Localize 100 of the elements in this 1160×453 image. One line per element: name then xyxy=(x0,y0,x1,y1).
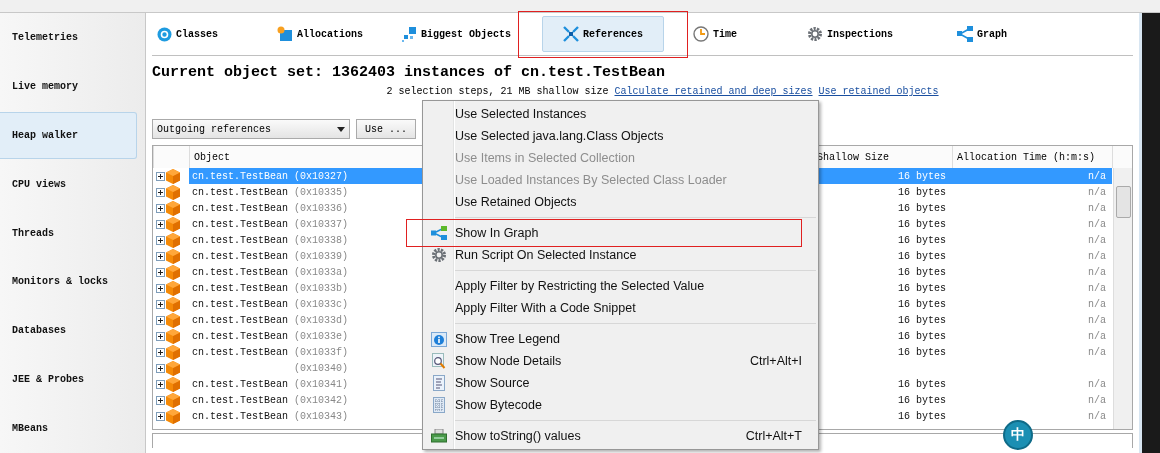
view-tab[interactable]: Classes xyxy=(152,16,223,52)
expand-icon[interactable] xyxy=(156,219,165,229)
sidebar-item[interactable]: Monitors & locks xyxy=(0,258,137,306)
time-cell-text: n/a xyxy=(1087,377,1107,392)
menu-item[interactable]: Run Script On Selected Instance xyxy=(423,244,818,266)
object-set-title: Current object set: 1362403 instances of cn.test.TestBean xyxy=(152,64,667,81)
cube-icon xyxy=(166,376,180,392)
view-dropdown[interactable]: Outgoing references xyxy=(152,119,350,139)
time-cell-text: n/a xyxy=(1087,393,1107,408)
expand-icon[interactable] xyxy=(156,363,165,373)
size-cell-text: 16 bytes xyxy=(897,281,947,296)
time-cell-text: n/a xyxy=(1087,185,1107,200)
menu-item[interactable]: Use Retained Objects xyxy=(423,191,818,213)
graph-icon xyxy=(431,226,447,240)
size-cell-text: 16 bytes xyxy=(897,185,947,200)
cube-icon xyxy=(166,264,180,280)
menu-item[interactable]: Show Bytecode xyxy=(423,394,818,416)
class-name: cn.test.TestBean xyxy=(192,314,288,326)
size-cell-text: 16 bytes xyxy=(897,393,947,408)
menu-item[interactable]: Show toString() values Ctrl+Alt+T xyxy=(423,425,818,447)
object-id: (0x1033d) xyxy=(294,314,349,326)
class-name: cn.test.TestBean xyxy=(192,202,288,214)
cube-icon xyxy=(166,248,180,264)
view-tab[interactable]: Allocations xyxy=(272,16,368,52)
time-cell-text: n/a xyxy=(1087,409,1107,424)
cube-icon xyxy=(166,216,180,232)
action-link[interactable]: Use retained objects xyxy=(818,86,939,97)
view-tab[interactable]: Biggest Objects xyxy=(396,16,516,52)
expand-icon[interactable] xyxy=(156,187,165,197)
gear-icon xyxy=(807,26,823,42)
sidebar-item[interactable]: Live memory xyxy=(0,62,137,110)
expand-icon[interactable] xyxy=(156,267,165,277)
object-id: (0x1033f) xyxy=(294,346,349,358)
object-id: (0x1033e) xyxy=(294,330,349,342)
view-tab[interactable]: Graph xyxy=(952,16,1012,52)
class-name: cn.test.TestBean xyxy=(192,170,288,182)
sidebar-item[interactable]: MBeans xyxy=(0,405,137,452)
class-name: cn.test.TestBean xyxy=(192,378,288,390)
expand-icon[interactable] xyxy=(156,347,165,357)
size-cell-text: 16 bytes xyxy=(897,313,947,328)
clock-icon xyxy=(693,26,709,42)
header-filler xyxy=(1112,146,1132,168)
expand-icon[interactable] xyxy=(156,331,165,341)
cube-icon xyxy=(166,312,180,328)
cube-icon xyxy=(166,296,180,312)
class-name: cn.test.TestBean xyxy=(192,234,288,246)
ime-badge[interactable]: 中 xyxy=(1003,420,1033,450)
expand-icon[interactable] xyxy=(156,251,165,261)
expand-icon[interactable] xyxy=(156,379,165,389)
menu-item[interactable]: Use Selected Instances xyxy=(423,103,818,125)
object-id: (0x10336) xyxy=(294,202,349,214)
time-cell-text: n/a xyxy=(1087,265,1107,280)
arrows-icon xyxy=(563,26,579,42)
class-name: cn.test.TestBean xyxy=(192,346,288,358)
sidebar-item[interactable]: Heap walker xyxy=(0,111,137,159)
sidebar-item[interactable]: Databases xyxy=(0,307,137,355)
time-cell-text: n/a xyxy=(1087,201,1107,216)
size-cell-text: 16 bytes xyxy=(897,377,947,392)
expand-icon[interactable] xyxy=(156,395,165,405)
menu-item[interactable]: Show In Graph xyxy=(423,222,818,244)
size-cell-text: 16 bytes xyxy=(897,233,947,248)
class-name: cn.test.TestBean xyxy=(192,266,288,278)
menu-item[interactable]: Show Tree Legend xyxy=(423,328,818,350)
sidebar-item[interactable]: CPU views xyxy=(0,160,137,208)
graph-icon xyxy=(957,26,973,42)
sidebar-item[interactable]: Telemetries xyxy=(0,14,137,61)
sidebar-item[interactable]: JEE & Probes xyxy=(0,356,137,404)
object-id: (0x10339) xyxy=(294,250,349,262)
cube-icon xyxy=(166,328,180,344)
menu-item[interactable]: Apply Filter by Restricting the Selected Value xyxy=(423,275,818,297)
action-link[interactable]: Calculate retained and deep sizes xyxy=(614,86,813,97)
expand-icon[interactable] xyxy=(156,283,165,293)
menu-item[interactable]: Apply Filter With a Code Snippet xyxy=(423,297,818,319)
menu-item[interactable]: Show Node Details Ctrl+Alt+I xyxy=(423,350,818,372)
expand-icon[interactable] xyxy=(156,315,165,325)
menu-item[interactable]: Use Selected java.lang.Class Objects xyxy=(423,125,818,147)
cube-icon xyxy=(166,392,180,408)
expand-icon[interactable] xyxy=(156,203,165,213)
expand-icon[interactable] xyxy=(156,299,165,309)
class-name: cn.test.TestBean xyxy=(192,394,288,406)
sidebar-item[interactable]: Threads xyxy=(0,209,137,257)
size-cell-text: 16 bytes xyxy=(897,249,947,264)
expand-icon[interactable] xyxy=(156,411,165,421)
grid-icon xyxy=(433,397,445,413)
object-id: (0x10327) xyxy=(294,170,349,182)
time-cell: n/a xyxy=(952,168,1112,184)
view-tab[interactable]: Inspections xyxy=(802,16,898,52)
expand-icon[interactable] xyxy=(156,235,165,245)
expand-icon[interactable] xyxy=(156,171,165,181)
blocks-icon xyxy=(401,26,417,42)
class-name: cn.test.TestBean xyxy=(192,298,288,310)
size-cell-text: 16 bytes xyxy=(897,297,947,312)
scrollbar[interactable] xyxy=(1113,168,1132,429)
view-tab[interactable]: Time xyxy=(688,16,742,52)
column-header[interactable]: Allocation Time (h:m:s) xyxy=(952,146,1112,168)
menu-item[interactable]: Show Source xyxy=(423,372,818,394)
allocation-icon xyxy=(277,26,293,42)
object-id: (0x1033c) xyxy=(294,298,349,310)
view-tab[interactable]: References xyxy=(542,16,664,52)
use-button[interactable]: Use ... xyxy=(356,119,416,139)
